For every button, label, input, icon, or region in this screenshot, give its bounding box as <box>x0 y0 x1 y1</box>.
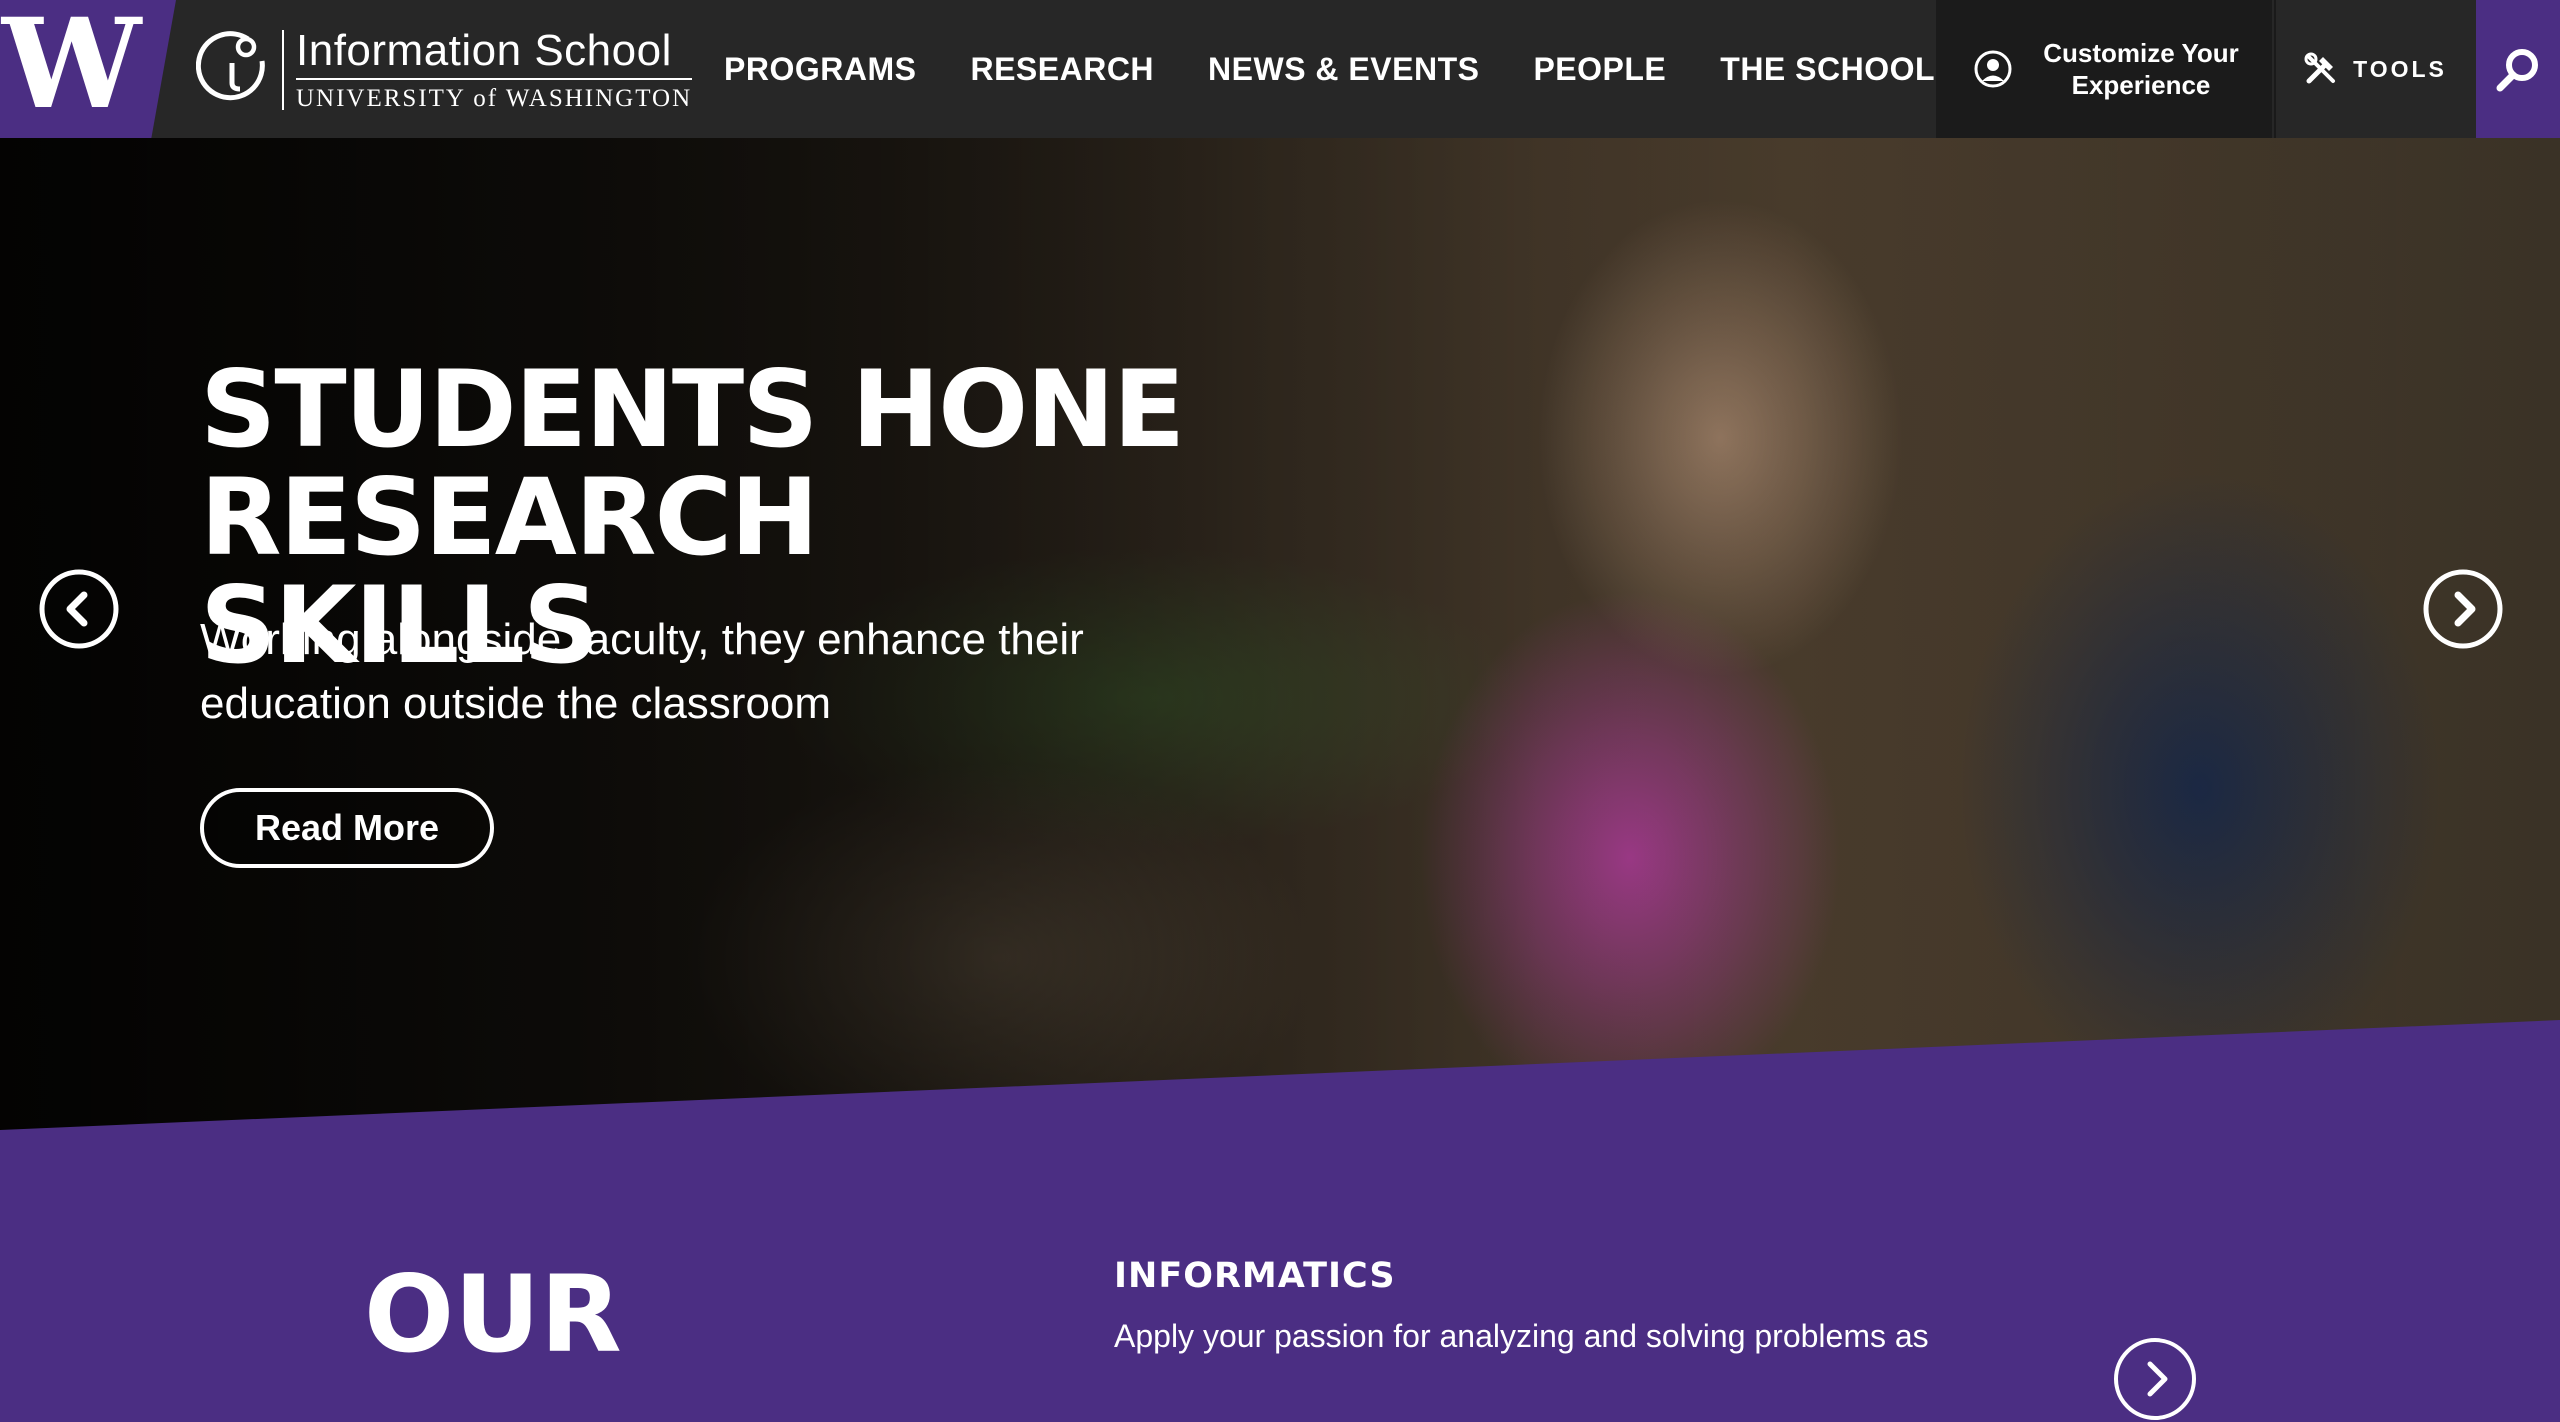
logo-school-name: Information School <box>296 26 672 75</box>
chevron-right-icon <box>2454 591 2476 627</box>
ischool-logo-icon <box>196 31 265 101</box>
tools-icon <box>2304 52 2336 84</box>
uw-logo-letter: W <box>2 0 141 137</box>
logo-divider <box>282 30 284 110</box>
nav-news-events[interactable]: NEWS & EVENTS <box>1208 51 1479 88</box>
user-circle-icon <box>1974 50 2012 88</box>
chevron-left-icon <box>66 591 88 627</box>
read-more-button[interactable]: Read More <box>200 788 494 868</box>
customize-label: Customize Your Experience <box>2043 38 2239 100</box>
search-button[interactable] <box>2476 0 2560 138</box>
hero-carousel: STUDENTS HONE RESEARCH SKILLS Working al… <box>0 138 2560 1138</box>
carousel-next-button[interactable] <box>2422 568 2504 650</box>
chevron-right-icon <box>2147 1361 2168 1397</box>
site-header: W Information School UNIVERSITY of WASHI… <box>0 0 2560 138</box>
programs-section-heading: OUR <box>364 1253 622 1376</box>
logo-text: Information School UNIVERSITY of WASHING… <box>296 26 693 114</box>
customize-experience-button[interactable]: Customize Your Experience <box>1936 0 2272 138</box>
nav-programs[interactable]: PROGRAMS <box>724 51 916 88</box>
nav-the-school[interactable]: THE SCHOOL <box>1720 51 1935 88</box>
program-title: INFORMATICS <box>1114 1256 1396 1296</box>
logo-university-name: UNIVERSITY of WASHINGTON <box>296 85 693 112</box>
program-description: Apply your passion for analyzing and sol… <box>1114 1318 1929 1354</box>
hero-subtitle: Working alongside faculty, they enhance … <box>200 615 1084 728</box>
search-icon <box>2496 49 2538 92</box>
nav-people[interactable]: PEOPLE <box>1533 51 1666 88</box>
program-next-button[interactable] <box>2112 1336 2198 1422</box>
carousel-prev-button[interactable] <box>38 568 120 650</box>
main-nav: PROGRAMS RESEARCH NEWS & EVENTS PEOPLE T… <box>724 0 1989 138</box>
tools-button[interactable]: TOOLS <box>2274 0 2474 138</box>
logo-rule <box>296 78 693 80</box>
nav-research[interactable]: RESEARCH <box>970 51 1154 88</box>
uw-logo[interactable]: W <box>0 0 176 138</box>
ischool-logo[interactable]: Information School UNIVERSITY of WASHING… <box>196 26 693 114</box>
tools-label: TOOLS <box>2353 55 2447 82</box>
